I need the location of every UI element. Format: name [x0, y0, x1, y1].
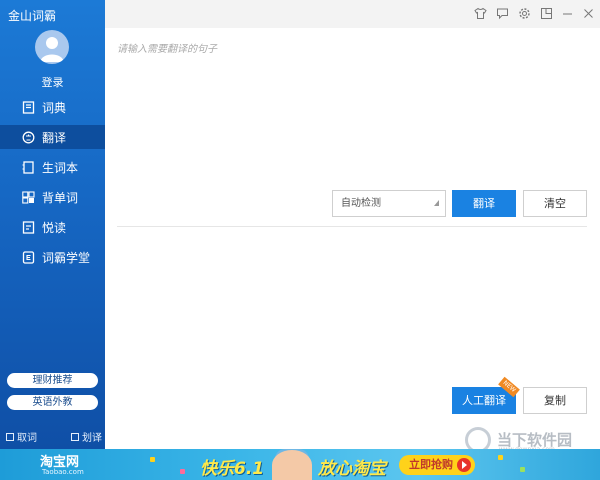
translate-icon [22, 131, 35, 144]
app-title: 金山词霸 [8, 9, 57, 23]
confetti [180, 469, 185, 474]
word-capture-checkbox[interactable]: 取词 [6, 429, 37, 444]
sidebar-item-dictionary[interactable]: 词典 [0, 95, 105, 119]
reading-icon [22, 220, 35, 234]
sidebar-item-reading[interactable]: 悦读 [0, 215, 105, 239]
confetti [150, 457, 155, 462]
checkbox-box [6, 432, 14, 441]
confetti [520, 467, 525, 472]
minimize-window-icon[interactable] [537, 4, 555, 22]
sidebar: 金山词霸 登录 词典 翻译 生词本 背单词 悦读 词霸学堂 理财推荐 英语外教 … [0, 0, 105, 449]
login-link[interactable]: 登录 [0, 74, 105, 90]
select-translate-checkbox[interactable]: 划译 [71, 429, 102, 444]
baby-image [272, 450, 312, 480]
buy-now-label: 立即抢购 [409, 458, 453, 471]
title-bar [105, 0, 600, 28]
sidebar-item-classroom[interactable]: 词霸学堂 [0, 245, 105, 269]
clear-button[interactable]: 清空 [523, 190, 587, 217]
dropdown-caret-icon [434, 200, 439, 206]
translate-button[interactable]: 翻译 [452, 190, 516, 217]
language-select-value: 自动检测 [341, 198, 381, 209]
notebook-icon [22, 160, 35, 174]
ad-banner[interactable]: 淘宝网 Taobao.com 快乐6.1 放心淘宝 立即抢购 [0, 449, 600, 480]
sidebar-item-label: 背单词 [42, 190, 79, 205]
sidebar-item-memorize[interactable]: 背单词 [0, 185, 105, 209]
avatar[interactable] [35, 30, 69, 64]
close-icon[interactable] [579, 4, 597, 22]
english-tutor-button[interactable]: 英语外教 [7, 395, 98, 410]
sidebar-nav: 词典 翻译 生词本 背单词 悦读 词霸学堂 [0, 95, 105, 275]
copy-button[interactable]: 复制 [523, 387, 587, 414]
settings-icon[interactable] [515, 4, 533, 22]
minimize-icon[interactable] [558, 4, 576, 22]
source-text-input[interactable] [117, 40, 587, 180]
sidebar-item-label: 悦读 [42, 220, 67, 235]
sidebar-item-label: 生词本 [42, 160, 79, 175]
classroom-icon [22, 250, 35, 264]
user-icon [40, 37, 64, 62]
divider [117, 226, 587, 227]
checkbox-box [71, 432, 79, 441]
sidebar-item-vocabulary[interactable]: 生词本 [0, 155, 105, 179]
sidebar-item-label: 词典 [42, 100, 67, 115]
ad-slogan-secondary: 放心淘宝 [318, 459, 386, 479]
sidebar-options: 取词 划译 [6, 429, 102, 444]
feedback-icon[interactable] [493, 4, 511, 22]
buy-now-button[interactable]: 立即抢购 [399, 455, 475, 475]
taobao-logo-url: Taobao.com [42, 468, 84, 476]
ad-slogan: 快乐6.1 [200, 459, 265, 479]
sidebar-item-label: 词霸学堂 [42, 250, 91, 265]
checkbox-label: 取词 [17, 433, 37, 444]
flashcard-icon [22, 190, 35, 204]
checkbox-label: 划译 [82, 433, 102, 444]
shirt-icon[interactable] [471, 4, 489, 22]
main-panel: 自动检测 翻译 清空 人工翻译 NEW 复制 [105, 0, 600, 449]
language-select[interactable]: 自动检测 [332, 190, 446, 217]
sidebar-item-label: 翻译 [42, 130, 67, 145]
sidebar-item-translate[interactable]: 翻译 [0, 125, 105, 149]
book-icon [22, 100, 35, 114]
arrow-right-icon [457, 458, 471, 472]
finance-recommend-button[interactable]: 理财推荐 [7, 373, 98, 388]
confetti [498, 455, 503, 460]
